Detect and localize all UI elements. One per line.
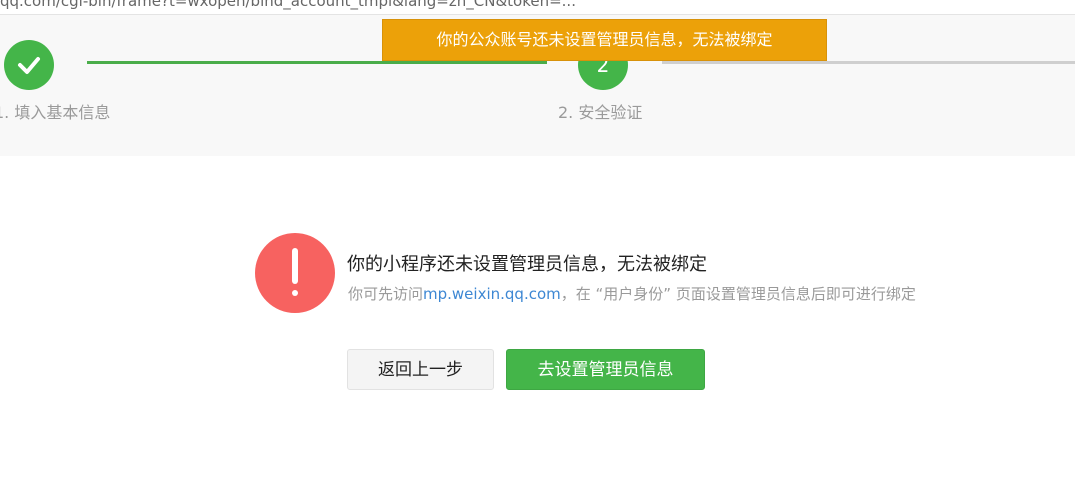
- address-bar[interactable]: qq.com/cgi-bin/frame?t=wxopen/bind_accou…: [0, 0, 1075, 15]
- message-title: 你的小程序还未设置管理员信息，无法被绑定: [347, 254, 707, 275]
- back-button[interactable]: 返回上一步: [347, 349, 494, 390]
- progress-line-pending: [662, 61, 1075, 64]
- url-text: qq.com/cgi-bin/frame?t=wxopen/bind_accou…: [0, 0, 576, 10]
- message-desc-suffix: ，在 “用户身份” 页面设置管理员信息后即可进行绑定: [560, 285, 916, 303]
- warning-toast: 你的公众账号还未设置管理员信息，无法被绑定: [382, 19, 827, 61]
- step-1-label: 1. 填入基本信息: [0, 103, 111, 122]
- message-desc-prefix: 你可先访问: [348, 285, 424, 303]
- checkmark-icon: [18, 57, 40, 74]
- mp-weixin-link[interactable]: mp.weixin.qq.com: [423, 285, 561, 303]
- message-description: 你可先访问mp.weixin.qq.com，在 “用户身份” 页面设置管理员信息…: [348, 283, 916, 304]
- exclamation-warning-icon: [255, 233, 335, 313]
- step-2-label: 2. 安全验证: [558, 103, 643, 122]
- progress-line-done: [87, 61, 547, 64]
- step-1-indicator: [4, 40, 54, 90]
- set-admin-button[interactable]: 去设置管理员信息: [506, 349, 705, 390]
